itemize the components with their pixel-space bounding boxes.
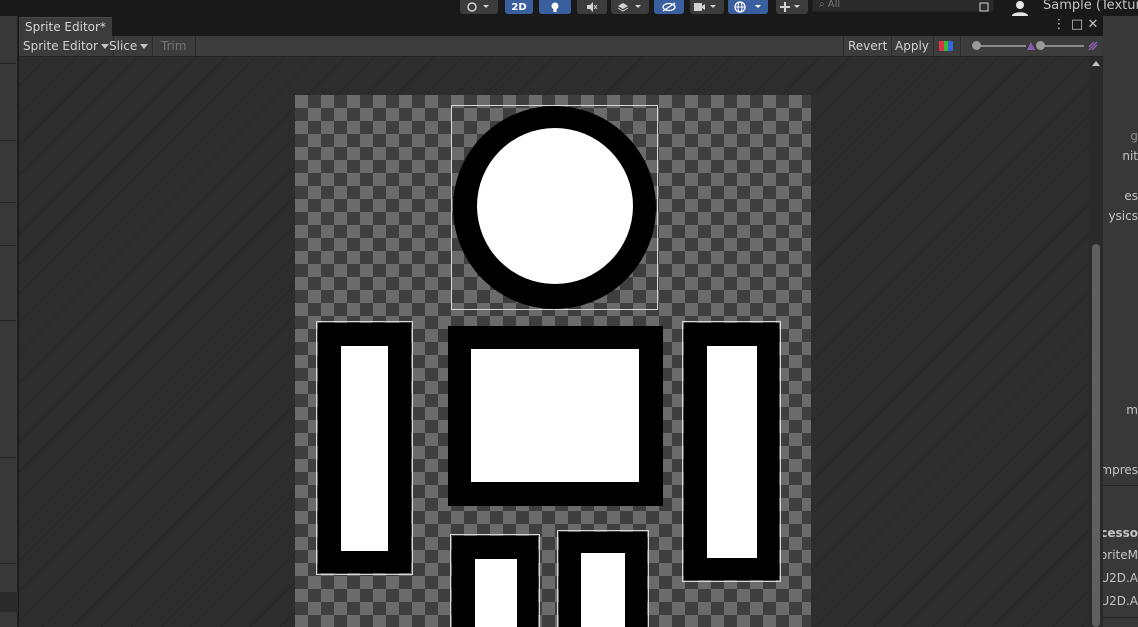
inspector-divider xyxy=(1100,485,1138,486)
color-channel-toggle[interactable] xyxy=(935,36,961,56)
sprite-body[interactable] xyxy=(448,326,663,506)
maximize-icon[interactable]: □ xyxy=(1069,17,1085,33)
revert-button[interactable]: Revert xyxy=(843,36,893,56)
panel-divider xyxy=(0,140,16,141)
scroll-up-icon[interactable] xyxy=(1092,61,1100,66)
body-fill xyxy=(471,349,639,482)
left-leg-fill xyxy=(475,559,517,627)
audio-mute-icon xyxy=(587,2,598,12)
camera-icon xyxy=(694,3,716,11)
gizmo-globe-icon xyxy=(734,1,761,13)
sprite-canvas[interactable] xyxy=(19,57,1089,627)
close-icon[interactable]: ✕ xyxy=(1085,17,1101,33)
editor-mode-label: Sprite Editor xyxy=(23,39,98,53)
zoom-slider-group xyxy=(972,36,1098,56)
alpha-slider-track[interactable] xyxy=(976,45,1026,47)
right-arm-fill xyxy=(707,346,757,558)
scene-visibility-toggle[interactable] xyxy=(654,0,684,14)
vertical-scrollbar[interactable] xyxy=(1089,57,1103,627)
rgb-channels-icon xyxy=(939,41,953,51)
plus-icon xyxy=(780,2,800,12)
light-bulb-icon xyxy=(551,2,559,12)
sprite-rect-left-leg[interactable] xyxy=(450,534,540,627)
sprite-rect-head[interactable] xyxy=(451,105,658,310)
effects-dropdown[interactable] xyxy=(611,0,649,14)
apply-button[interactable]: Apply xyxy=(891,36,934,56)
account-avatar-icon[interactable] xyxy=(1010,0,1030,16)
search-placeholder: All xyxy=(827,0,841,10)
head-fill xyxy=(477,128,633,284)
mipmap-icon xyxy=(1026,40,1036,50)
texture-preview xyxy=(295,95,811,627)
slice-dropdown[interactable]: Slice xyxy=(105,36,154,56)
panel-divider xyxy=(0,563,16,564)
add-object-dropdown[interactable] xyxy=(776,0,808,14)
2d-mode-toggle[interactable]: 2D xyxy=(505,0,533,14)
layers-icon xyxy=(617,3,641,12)
sprite-editor-window: Sprite Editor* ⋮ □ ✕ Sprite Editor Slice… xyxy=(18,16,1103,627)
inspector-asset-title: Sample (Textur xyxy=(1043,0,1138,13)
camera-dropdown[interactable] xyxy=(690,0,724,14)
right-leg-fill xyxy=(581,553,625,627)
search-options-icon[interactable] xyxy=(976,0,992,14)
panel-divider xyxy=(0,202,16,203)
editor-mode-dropdown[interactable]: Sprite Editor xyxy=(19,36,114,56)
panel-footer xyxy=(0,592,18,612)
sprite-rect-left-arm[interactable] xyxy=(316,321,413,575)
sprite-editor-toolbar: Sprite Editor Slice Trim Revert Apply xyxy=(19,36,1103,57)
panel-divider xyxy=(0,245,16,246)
window-tab[interactable]: Sprite Editor* xyxy=(19,17,112,36)
trim-button[interactable]: Trim xyxy=(153,36,196,56)
sprite-rect-right-arm[interactable] xyxy=(682,321,781,582)
left-arm-fill xyxy=(341,346,388,551)
left-editor-panel xyxy=(0,16,18,627)
search-icon: ⌕ xyxy=(819,0,828,10)
alpha-slider-thumb[interactable] xyxy=(972,41,981,50)
scrollbar-thumb[interactable] xyxy=(1092,244,1100,627)
hidden-eye-icon xyxy=(662,2,676,12)
audio-toggle[interactable] xyxy=(577,0,607,14)
mip-slider-thumb[interactable] xyxy=(1036,41,1045,50)
mip-slider-track[interactable] xyxy=(1040,45,1084,47)
gizmos-dropdown[interactable] xyxy=(728,0,768,14)
panel-divider xyxy=(0,320,16,321)
window-menu-icon[interactable]: ⋮ xyxy=(1051,17,1067,33)
lighting-toggle[interactable] xyxy=(539,0,571,14)
panel-divider xyxy=(0,457,16,458)
unity-main-toolbar: 2D ⌕ All Sample (Textur xyxy=(0,0,1138,16)
window-title-bar[interactable]: Sprite Editor* ⋮ □ ✕ xyxy=(19,16,1103,36)
slice-label: Slice xyxy=(109,39,138,53)
shading-mode-dropdown[interactable] xyxy=(460,0,498,14)
panel-divider xyxy=(0,63,16,64)
mipmap-large-icon xyxy=(1088,40,1098,51)
inspector-divider xyxy=(1100,617,1138,618)
sphere-icon xyxy=(467,2,489,12)
sprite-rect-right-leg[interactable] xyxy=(557,530,649,627)
hierarchy-search-input[interactable]: ⌕ All xyxy=(812,0,994,12)
chevron-down-icon xyxy=(140,44,149,49)
